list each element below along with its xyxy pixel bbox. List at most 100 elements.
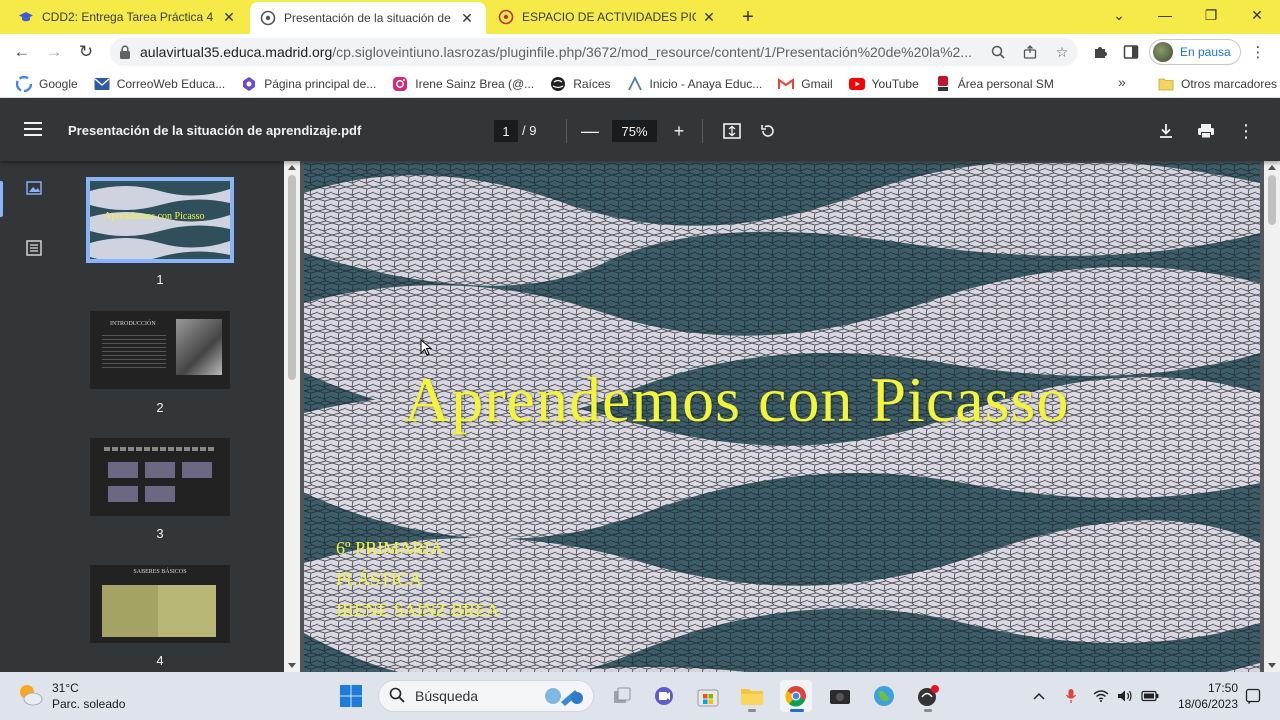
scroll-down-icon[interactable] (288, 663, 296, 668)
page-thumbnail-1[interactable]: Aprendemos con Picasso (86, 177, 234, 263)
bookmark-label: Área personal SM (957, 76, 1054, 91)
tab-label: CDD2: Entrega Tarea Práctica 4 - (42, 10, 216, 24)
menu-icon[interactable] (24, 122, 42, 138)
other-bookmarks[interactable]: Otros marcadores (1150, 72, 1280, 96)
thumbnails-view-button[interactable] (0, 171, 68, 217)
bookmark-raices[interactable]: Raíces (542, 72, 618, 96)
slide-line-subject: PLÁSTICA (336, 569, 423, 589)
bookmarks-overflow-button[interactable]: » (1118, 74, 1126, 90)
task-view-button[interactable] (606, 680, 638, 712)
bookmark-label: Página principal de... (264, 76, 377, 91)
start-button[interactable] (335, 680, 367, 712)
file-explorer-button[interactable] (736, 680, 768, 712)
restore-icon[interactable]: ❐ (1188, 0, 1234, 30)
zoom-in-icon[interactable]: + (667, 119, 691, 143)
bookmark-anaya[interactable]: Inicio - Anaya Educ... (619, 72, 771, 96)
pdf-filename: Presentación de la situación de aprendiz… (68, 123, 362, 138)
bookmark-label: Raíces (573, 76, 611, 91)
browser-toolbar: ← → ↻ aulavirtual35.educa.madrid.org/cp.… (0, 34, 1280, 70)
app-button-recording[interactable] (912, 680, 944, 712)
box-placeholder (108, 486, 138, 502)
bookmark-gmail[interactable]: Gmail (770, 72, 840, 96)
bookmark-correoweb[interactable]: CorreoWeb Educa... (86, 72, 234, 96)
page-thumbnail-2[interactable]: INTRODUCCIÓN (90, 311, 230, 389)
search-highlight-icon (541, 684, 585, 711)
thumbnail-number: 3 (156, 526, 164, 541)
scroll-thumb[interactable] (288, 175, 296, 380)
google-icon (16, 75, 32, 92)
camera-app-button[interactable] (824, 680, 856, 712)
minimize-icon[interactable]: — (1142, 0, 1188, 30)
close-window-icon[interactable]: ✕ (1234, 0, 1280, 30)
volume-icon[interactable] (1116, 687, 1134, 705)
mail-icon (94, 76, 110, 92)
share-icon[interactable] (1014, 45, 1046, 59)
scroll-up-icon[interactable] (288, 165, 296, 170)
download-icon[interactable] (1154, 119, 1178, 143)
chat-icon (655, 687, 673, 705)
forward-icon[interactable]: → (42, 40, 66, 64)
reload-icon[interactable]: ↻ (74, 40, 98, 64)
wifi-icon[interactable] (1092, 687, 1110, 705)
maps-app-button[interactable] (868, 680, 900, 712)
viewer-scrollbar[interactable] (1264, 161, 1280, 672)
pdf-more-icon[interactable]: ⋮ (1234, 119, 1258, 143)
partly-sunny-icon (16, 682, 44, 711)
chrome-button[interactable] (780, 680, 812, 712)
moodle-icon (498, 9, 514, 25)
youtube-icon (848, 76, 865, 92)
close-icon[interactable]: ✕ (220, 8, 238, 26)
scroll-thumb[interactable] (1268, 175, 1276, 225)
sidebar-scrollbar[interactable] (284, 161, 300, 672)
folder-icon (741, 689, 763, 705)
battery-icon[interactable] (1141, 687, 1159, 705)
more-menu-icon[interactable]: ⋮ (1248, 42, 1268, 62)
new-tab-button[interactable]: + (737, 6, 759, 28)
bookmark-pagina-principal[interactable]: Página principal de... (233, 72, 384, 96)
bookmark-youtube[interactable]: YouTube (841, 72, 927, 96)
pdf-viewport[interactable]: Aprendemos con Picasso 6º PRIMARIA PLÁST… (300, 161, 1264, 672)
tab-espacio[interactable]: ESPACIO DE ACTIVIDADES PICAS ✕ (488, 0, 728, 34)
close-icon[interactable]: ✕ (700, 8, 718, 26)
divider (702, 119, 703, 143)
clock[interactable]: 17:50 18/06/2023 (1174, 680, 1238, 712)
print-icon[interactable] (1194, 119, 1218, 143)
fit-page-icon[interactable] (720, 119, 744, 143)
notifications-icon[interactable] (1244, 687, 1262, 705)
microphone-icon[interactable] (1062, 687, 1080, 705)
page-thumbnail-4[interactable]: SABERES BÁSICOS (90, 565, 230, 643)
taskbar-search[interactable]: Búsqueda (378, 680, 594, 712)
address-bar[interactable]: aulavirtual35.educa.madrid.org/cp.siglov… (110, 38, 1078, 66)
tab-cdd2[interactable]: CDD2: Entrega Tarea Práctica 4 - ✕ (8, 0, 248, 34)
back-icon[interactable]: ← (10, 40, 34, 64)
microsoft-store-button[interactable] (692, 680, 724, 712)
zoom-out-icon[interactable]: — (578, 119, 602, 143)
tab-search-icon[interactable]: ⌄ (1096, 0, 1142, 30)
side-panel-icon[interactable] (1121, 42, 1141, 62)
lock-icon[interactable] (110, 45, 140, 59)
scroll-up-icon[interactable] (1268, 165, 1276, 170)
profile-button[interactable]: En pausa (1149, 39, 1241, 65)
rotate-icon[interactable] (756, 119, 780, 143)
scroll-down-icon[interactable] (1268, 663, 1276, 668)
tab-presentacion[interactable]: Presentación de la situación de a ✕ (250, 2, 486, 34)
outline-view-button[interactable] (0, 231, 68, 267)
page-number-input[interactable]: 1 (494, 120, 518, 142)
table-column-placeholder (102, 585, 158, 637)
painting-image (176, 319, 222, 375)
bookmark-area-personal-sm[interactable]: Área personal SM (927, 72, 1062, 96)
clock-date: 18/06/2023 (1177, 697, 1238, 711)
zoom-icon[interactable] (982, 45, 1014, 59)
extensions-icon[interactable] (1090, 42, 1110, 62)
page-thumbnail-3[interactable] (90, 438, 230, 516)
teams-chat-button[interactable] (648, 680, 680, 712)
chevron-up-icon[interactable] (1030, 687, 1048, 705)
star-icon[interactable]: ☆ (1046, 44, 1078, 61)
bookmark-instagram[interactable]: Irene Sainz Brea (@... (384, 72, 542, 96)
zoom-input[interactable]: 75% (612, 120, 657, 142)
avatar (1153, 42, 1173, 62)
weather-widget[interactable]: 31°C Parc. soleado (16, 680, 125, 712)
bookmark-google[interactable]: Google (8, 72, 86, 96)
bookmark-label: Google (39, 76, 78, 91)
close-icon[interactable]: ✕ (458, 9, 476, 27)
